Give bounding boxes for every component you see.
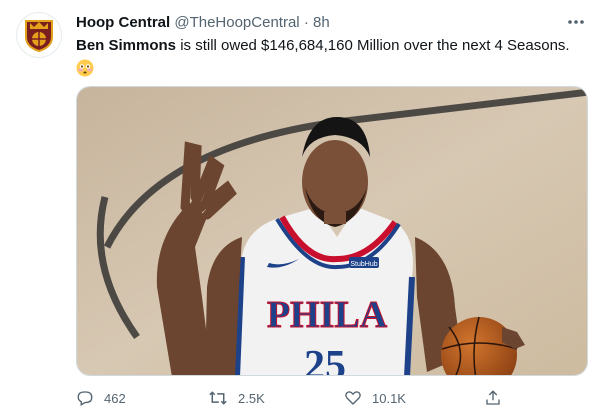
mention-text: Ben Simmons [76, 37, 177, 54]
tweet-body: is still owed $146,684,160 Million over … [176, 37, 570, 54]
stubhub-patch-text: StubHub [350, 261, 377, 268]
share-button[interactable] [484, 389, 502, 407]
like-button[interactable]: 10.1K [344, 389, 406, 407]
retweet-button[interactable]: 2.5K [208, 389, 265, 407]
tweet-text: Ben Simmons is still owed $146,684,160 M… [76, 36, 582, 83]
hoop-central-logo [25, 20, 53, 53]
avatar[interactable] [16, 12, 62, 58]
flushed-face-emoji [76, 59, 94, 83]
timestamp[interactable]: 8h [313, 14, 330, 31]
author-name[interactable]: Hoop Central [76, 14, 170, 31]
more-icon [568, 20, 584, 24]
separator-dot: · [303, 14, 309, 31]
reply-count: 462 [104, 390, 126, 406]
heart-icon [345, 391, 361, 405]
reply-icon [77, 391, 93, 406]
jersey-text: PHILA [267, 294, 388, 336]
tweet-header: Hoop Central @TheHoopCentral · 8h [76, 13, 560, 33]
like-count: 10.1K [372, 390, 406, 406]
jersey-number: 25 [304, 343, 346, 376]
tweet-image[interactable]: StubHub PHILA 25 [76, 86, 588, 376]
retweet-count: 2.5K [238, 390, 265, 406]
share-icon [486, 390, 500, 405]
author-handle[interactable]: @TheHoopCentral [174, 14, 299, 31]
reply-button[interactable]: 462 [76, 389, 126, 407]
tweet-actions: 462 2.5K 10.1K [76, 386, 582, 410]
more-button[interactable] [566, 12, 586, 32]
retweet-icon [209, 391, 227, 405]
